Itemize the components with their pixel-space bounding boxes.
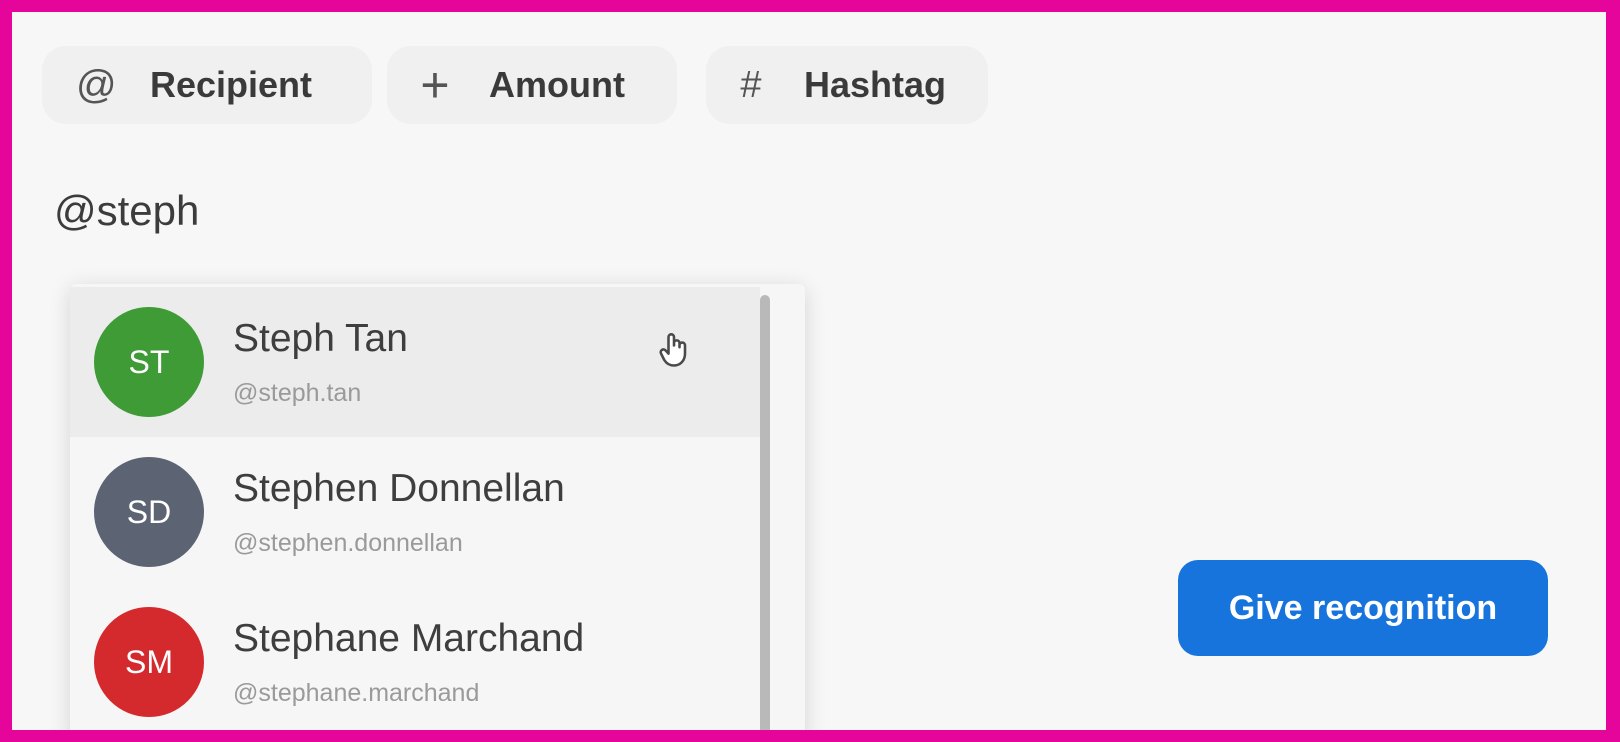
suggestion-handle: @stephen.donnellan bbox=[233, 529, 463, 557]
avatar: SD bbox=[94, 457, 204, 567]
amount-chip[interactable]: + Amount bbox=[387, 46, 677, 124]
avatar: ST bbox=[94, 307, 204, 417]
suggestion-item[interactable]: SM Stephane Marchand @stephane.marchand bbox=[70, 587, 760, 730]
give-recognition-button[interactable]: Give recognition bbox=[1178, 560, 1548, 656]
dropdown-scrollbar[interactable] bbox=[760, 295, 770, 730]
plus-icon: + bbox=[420, 57, 450, 113]
recipient-chip[interactable]: @ Recipient bbox=[42, 46, 372, 124]
hashtag-chip[interactable]: # Hashtag bbox=[706, 46, 988, 124]
suggestion-name: Stephen Donnellan bbox=[233, 467, 565, 510]
suggestion-item[interactable]: ST Steph Tan @steph.tan bbox=[70, 287, 760, 437]
at-icon: @ bbox=[76, 62, 117, 107]
suggestion-name: Steph Tan bbox=[233, 317, 408, 360]
suggestion-handle: @steph.tan bbox=[233, 379, 362, 407]
message-input[interactable]: @steph bbox=[54, 187, 199, 235]
avatar: SM bbox=[94, 607, 204, 717]
hash-icon: # bbox=[740, 63, 762, 106]
hand-pointer-icon bbox=[659, 333, 687, 367]
suggestion-item[interactable]: SD Stephen Donnellan @stephen.donnellan bbox=[70, 437, 760, 587]
amount-chip-label: Amount bbox=[489, 64, 625, 105]
hashtag-chip-label: Hashtag bbox=[804, 64, 947, 105]
suggestion-name: Stephane Marchand bbox=[233, 617, 585, 660]
suggestion-handle: @stephane.marchand bbox=[233, 679, 480, 707]
recognition-composer: @ Recipient + Amount # Hashtag @steph ST… bbox=[12, 12, 1606, 730]
highlight-frame: @ Recipient + Amount # Hashtag @steph ST… bbox=[0, 0, 1620, 742]
recipient-chip-label: Recipient bbox=[150, 64, 313, 105]
